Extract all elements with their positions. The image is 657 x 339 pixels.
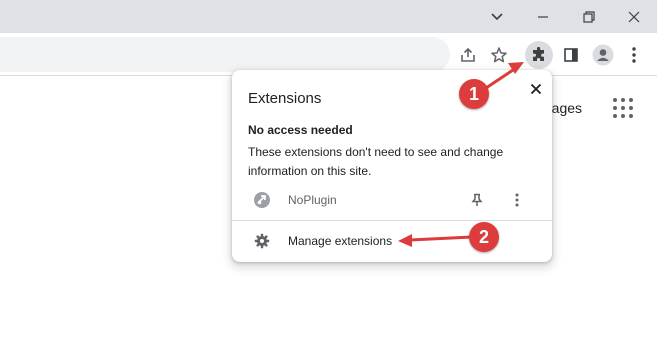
extensions-button[interactable]: [525, 41, 553, 69]
extension-more-button[interactable]: [507, 190, 527, 210]
close-window-button[interactable]: [611, 0, 657, 33]
section-description: These extensions don't need to see and c…: [248, 145, 504, 178]
extensions-popup: Extensions No access needed These extens…: [232, 70, 552, 262]
pin-extension-button[interactable]: [467, 190, 487, 210]
pin-icon: [471, 193, 483, 206]
address-bar[interactable]: [0, 37, 450, 72]
tab-search-button[interactable]: [474, 0, 520, 33]
kebab-menu-icon: [632, 47, 636, 63]
minimize-button[interactable]: [520, 0, 566, 33]
gear-icon: [254, 233, 270, 249]
section-heading: No access needed: [248, 123, 353, 137]
share-icon: [461, 47, 475, 62]
extension-row[interactable]: NoPlugin: [232, 186, 552, 214]
chrome-menu-button[interactable]: [620, 41, 648, 69]
popup-title: Extensions: [248, 90, 322, 107]
profile-button[interactable]: [589, 41, 617, 69]
side-panel-button[interactable]: [557, 41, 585, 69]
close-icon: [628, 11, 640, 22]
step-1-callout: 1: [459, 79, 489, 109]
kebab-menu-icon: [515, 193, 519, 207]
star-icon: [491, 47, 507, 63]
extension-name: NoPlugin: [288, 193, 337, 207]
share-button[interactable]: [454, 41, 482, 69]
restore-button[interactable]: [566, 0, 612, 33]
chevron-down-icon: [491, 12, 503, 20]
puzzle-icon: [533, 47, 544, 61]
extension-icon: [254, 192, 270, 208]
title-bar: [0, 0, 657, 33]
side-panel-icon: [564, 48, 578, 62]
restore-icon: [583, 10, 595, 23]
bookmark-button[interactable]: [485, 41, 513, 69]
popup-close-button[interactable]: [525, 78, 547, 100]
manage-extensions-label: Manage extensions: [288, 234, 393, 248]
profile-icon: [592, 44, 614, 66]
step-2-callout: 2: [469, 222, 499, 252]
minimize-icon: [538, 15, 548, 18]
apps-grid-icon[interactable]: [611, 96, 635, 120]
manage-extensions-button[interactable]: Manage extensions: [232, 227, 552, 255]
popup-divider: [232, 220, 552, 221]
close-icon: [530, 83, 542, 95]
